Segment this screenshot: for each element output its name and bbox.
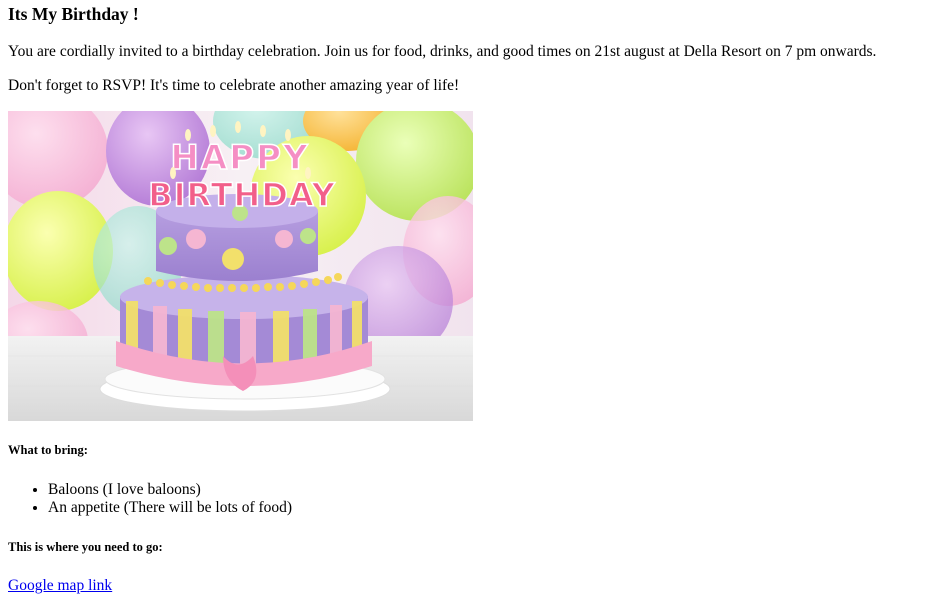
birthday-cake-image: HAPPY BIRTHDAY [8,111,473,421]
cake-happy-text: HAPPY [170,138,309,178]
list-item: Baloons (I love baloons) [48,481,292,499]
location-heading: This is where you need to go: [8,540,163,554]
list-item: An appetite (There will be lots of food) [48,499,292,517]
cake-birthday-text: BIRTHDAY [148,176,336,214]
page-title: Its My Birthday ! [8,4,139,24]
google-map-link[interactable]: Google map link [8,577,112,595]
rsvp-text: Don't forget to RSVP! It's time to celeb… [8,77,460,94]
invitation-text: You are cordially invited to a birthday … [8,43,877,60]
what-to-bring-heading: What to bring: [8,443,88,457]
bring-list: Baloons (I love baloons) An appetite (Th… [8,481,292,517]
